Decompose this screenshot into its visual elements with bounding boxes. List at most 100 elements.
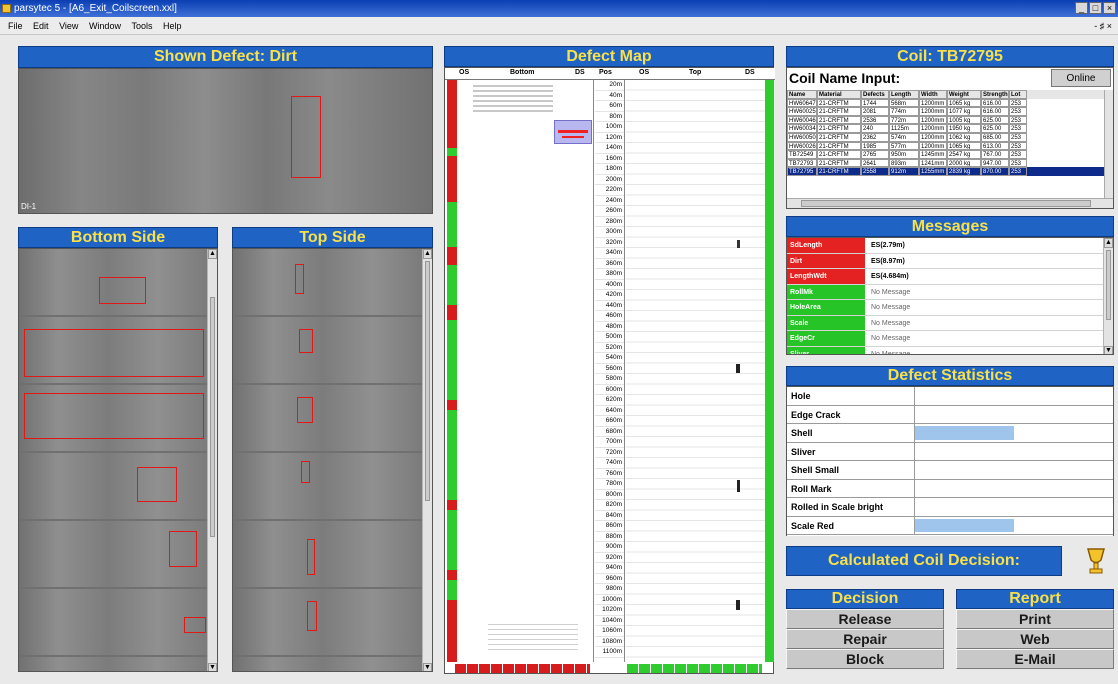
- table-cell: 253: [1009, 141, 1027, 151]
- menu-view[interactable]: View: [59, 21, 78, 31]
- mdi-controls[interactable]: - ♯ ×: [1094, 17, 1112, 35]
- message-row[interactable]: LengthWdt ES(4.684m): [787, 269, 1113, 285]
- scroll-up-arrow-icon[interactable]: ▲: [1104, 238, 1113, 248]
- table-cell: 1950 kg: [947, 124, 981, 133]
- coil-table-vscrollbar[interactable]: [1104, 90, 1113, 198]
- table-row[interactable]: TB72549 21-CRFTM 2765 950m 1245mm 2547 kg 767.…: [787, 150, 1113, 159]
- table-cell: 613.00: [981, 141, 1009, 151]
- thumbnail[interactable]: [19, 317, 217, 383]
- report-title: Report: [956, 589, 1114, 609]
- thumbnail[interactable]: [19, 249, 217, 315]
- position-tick: 480m: [595, 322, 624, 332]
- table-row[interactable]: HW60034 21-CRFTM 240 1125m 1200mm 1950 kg 625.…: [787, 124, 1113, 133]
- top-surface-map[interactable]: [626, 80, 765, 662]
- menu-window[interactable]: Window: [89, 21, 121, 31]
- coil-column-header[interactable]: Material: [817, 90, 861, 99]
- coil-column-header[interactable]: Name: [787, 90, 817, 99]
- close-button[interactable]: ×: [1103, 2, 1116, 14]
- thumbnail[interactable]: [19, 453, 217, 519]
- shown-defect-image[interactable]: DI-1: [18, 68, 433, 214]
- coil-column-header[interactable]: Defects: [861, 90, 889, 99]
- table-row[interactable]: HW60026 21-CRFTM 1985 577m 1200mm 1065 kg 613.…: [787, 141, 1113, 151]
- maximize-button[interactable]: □: [1089, 2, 1102, 14]
- table-row[interactable]: TB72793 21-CRFTM 2641 893m 1241mm 2000 kg 947.…: [787, 158, 1113, 168]
- table-row[interactable]: HW60050 21-CRFTM 2362 574m 1200mm 1062 kg 685.…: [787, 132, 1113, 142]
- online-button[interactable]: Online: [1051, 69, 1111, 87]
- thumbnail[interactable]: [233, 521, 432, 587]
- position-tick: 220m: [595, 185, 624, 196]
- message-row[interactable]: Sliver No Message: [787, 346, 1113, 354]
- coil-column-header[interactable]: Weight: [947, 90, 981, 99]
- menu-tools[interactable]: Tools: [131, 21, 152, 31]
- message-row[interactable]: EdgeCr No Message: [787, 331, 1113, 347]
- scroll-up-arrow-icon[interactable]: ▲: [423, 249, 432, 259]
- thumbnail[interactable]: [233, 657, 432, 671]
- menu-file[interactable]: File: [8, 21, 23, 31]
- scroll-thumb[interactable]: [1106, 250, 1111, 320]
- message-key: RollMk: [787, 284, 865, 299]
- scroll-thumb[interactable]: [425, 261, 430, 501]
- coil-table[interactable]: Name Material Defects Length Width Weight Stre…: [787, 90, 1113, 198]
- scroll-thumb[interactable]: [210, 297, 215, 537]
- bottom-side-scrollbar[interactable]: ▲ ▼: [207, 249, 217, 671]
- table-row[interactable]: HW60647 21-CRFTM 1744 568m 1200mm 1065 kg 616.…: [787, 98, 1113, 108]
- thumbnail[interactable]: [19, 385, 217, 451]
- coil-column-header[interactable]: Lot: [1009, 90, 1027, 99]
- table-row[interactable]: HW60046 21-CRFTM 2536 772m 1200mm 1005 kg 625.…: [787, 115, 1113, 125]
- web-button[interactable]: Web: [956, 629, 1114, 649]
- message-row[interactable]: HoleArea No Message: [787, 300, 1113, 316]
- thumbnail[interactable]: [233, 453, 432, 519]
- position-tick: 660m: [595, 416, 624, 427]
- coil-column-header[interactable]: Width: [919, 90, 947, 99]
- scroll-down-arrow-icon[interactable]: ▼: [423, 663, 432, 671]
- message-row[interactable]: RollMk No Message: [787, 284, 1113, 300]
- minimize-button[interactable]: _: [1075, 2, 1088, 14]
- coil-table-hscrollbar[interactable]: [787, 198, 1113, 208]
- print-button[interactable]: Print: [956, 609, 1114, 629]
- block-button[interactable]: Block: [786, 649, 944, 669]
- table-cell: 893m: [889, 158, 919, 168]
- table-row[interactable]: HW60025 21-CRFTM 2081 774m 1200mm 1077 kg 616.…: [787, 107, 1113, 116]
- messages-scrollbar[interactable]: ▲ ▼: [1103, 238, 1113, 354]
- thumbnail[interactable]: [233, 249, 432, 315]
- defect-map[interactable]: OS Bottom DS Pos OS Top DS 20m 40m 60m 80m 1…: [444, 67, 775, 674]
- scroll-thumb[interactable]: [801, 200, 1091, 207]
- message-row[interactable]: Dirt ES(8.97m): [787, 253, 1113, 269]
- defect-mark: [736, 600, 740, 610]
- menu-help[interactable]: Help: [163, 21, 182, 31]
- scroll-down-arrow-icon[interactable]: ▼: [1104, 346, 1113, 354]
- scroll-up-arrow-icon[interactable]: ▲: [208, 249, 217, 259]
- table-cell: 616.00: [981, 98, 1009, 108]
- message-key: LengthWdt: [787, 269, 865, 284]
- top-side-scrollbar[interactable]: ▲ ▼: [422, 249, 432, 671]
- decision-title: Decision: [786, 589, 944, 609]
- coil-column-header[interactable]: Strength: [981, 90, 1009, 99]
- message-value: No Message: [871, 335, 911, 342]
- scroll-down-arrow-icon[interactable]: ▼: [208, 663, 217, 671]
- bottom-surface-map[interactable]: [458, 80, 594, 662]
- thumbnail[interactable]: [233, 385, 432, 451]
- message-row[interactable]: Scale No Message: [787, 315, 1113, 331]
- thumbnail[interactable]: [19, 657, 217, 671]
- defect-marker-box: [184, 617, 206, 633]
- release-button[interactable]: Release: [786, 609, 944, 629]
- messages-list[interactable]: SdLength ES(2.79m) Dirt ES(8.97m) LengthWdt E…: [786, 237, 1114, 355]
- email-button[interactable]: E-Mail: [956, 649, 1114, 669]
- message-row[interactable]: SdLength ES(2.79m): [787, 238, 1113, 254]
- position-tick: 780m: [595, 479, 624, 490]
- menu-edit[interactable]: Edit: [33, 21, 49, 31]
- coil-column-header[interactable]: Length: [889, 90, 919, 99]
- top-side-thumbnails[interactable]: ▲ ▼: [232, 248, 433, 672]
- thumbnail[interactable]: [19, 521, 217, 587]
- table-row[interactable]: TB72795 21-CRFTM 2558 912m 1255mm 2839 kg 870.…: [787, 167, 1113, 176]
- bottom-side-thumbnails[interactable]: ▲ ▼: [18, 248, 218, 672]
- repair-button[interactable]: Repair: [786, 629, 944, 649]
- statistic-bar: [915, 406, 1113, 424]
- thumbnail[interactable]: [233, 589, 432, 655]
- statistic-name: Hole: [787, 387, 915, 405]
- position-tick: 240m: [595, 196, 624, 206]
- position-tick: 740m: [595, 458, 624, 469]
- thumbnail[interactable]: [233, 317, 432, 383]
- thumbnail[interactable]: [19, 589, 217, 655]
- position-tick: 540m: [595, 353, 624, 364]
